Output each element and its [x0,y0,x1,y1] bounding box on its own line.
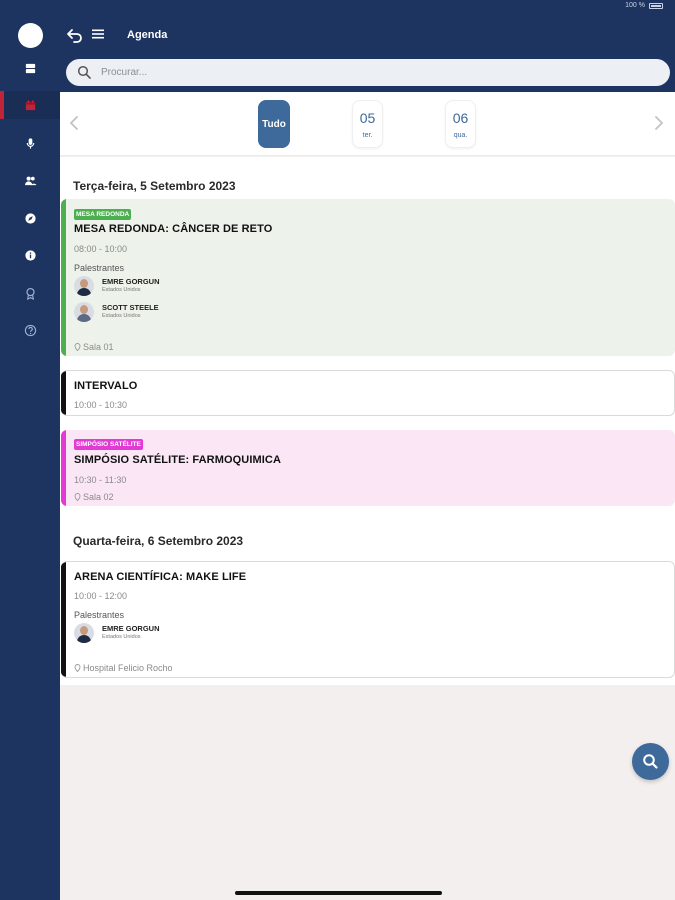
session-location: Hospital Felicio Rocho [74,663,173,673]
status-indicators: 100 % [625,2,663,9]
search-fab-button[interactable] [632,743,669,780]
calendar-icon [25,99,35,110]
session-location: Sala 02 [74,492,114,502]
speakers-label: Palestrantes [74,610,125,620]
session-title: MESA REDONDA: CÂNCER DE RETO [74,223,273,235]
search-icon [643,754,658,769]
sidebar-item-help[interactable] [0,316,60,344]
sidebar-item-explore[interactable] [0,204,60,232]
search-input[interactable] [101,63,641,82]
session-title: INTERVALO [74,380,138,392]
info-icon [24,249,36,261]
home-icon [25,63,35,73]
session-card[interactable]: INTERVALO 10:00 - 10:30 [61,370,675,416]
sidebar-item-certificates[interactable] [0,279,60,307]
day-heading: Terça-feira, 5 Setembro 2023 [73,179,236,193]
people-icon [24,176,37,185]
session-location-text: Hospital Felicio Rocho [83,663,173,673]
sidebar-item-participants[interactable] [0,166,60,194]
back-arrow-icon [67,29,82,43]
session-location: Sala 01 [74,342,114,352]
next-date-button[interactable] [651,114,667,132]
speaker-name: SCOTT STEELE [102,303,159,312]
compass-icon [24,212,36,224]
app-header: 100 % Agenda [60,0,675,92]
back-button[interactable] [66,26,84,44]
session-card[interactable]: ARENA CIENTÍFICA: MAKE LIFE 10:00 - 12:0… [61,561,675,678]
prev-date-button[interactable] [66,114,82,132]
tab-all-dates[interactable]: Tudo [258,100,290,148]
speaker-country: Estados Unidos [102,313,141,319]
session-title: SIMPÓSIO SATÉLITE: FARMOQUIMICA [74,454,282,466]
session-time: 10:00 - 12:00 [74,591,128,601]
agenda-list: Terça-feira, 5 Setembro 2023 MESA REDOND… [60,157,675,685]
sidebar-item-agenda[interactable] [0,91,60,119]
chevron-left-icon [69,116,78,130]
help-icon [24,324,36,336]
session-time: 10:30 - 11:30 [74,475,127,485]
session-time: 10:00 - 10:30 [74,400,128,410]
sidebar-item-speakers[interactable] [0,129,60,157]
location-pin-icon [74,493,81,501]
date-filter-bar: Tudo 05 ter. 06 qua. [60,92,675,156]
battery-icon [649,2,663,9]
speaker-country: Estados Unidos [102,287,141,293]
menu-button[interactable] [91,27,105,41]
session-type-badge: MESA REDONDA [74,209,132,220]
session-title: ARENA CIENTÍFICA: MAKE LIFE [74,571,247,583]
sidebar-item-home[interactable] [0,54,60,82]
session-card[interactable]: MESA REDONDA MESA REDONDA: CÂNCER DE RET… [61,199,675,356]
tab-date-number: 06 [452,109,469,126]
day-heading: Quarta-feira, 6 Setembro 2023 [73,534,244,548]
tab-date-number: 05 [359,109,376,126]
hamburger-icon [92,29,104,39]
home-indicator[interactable] [235,891,442,895]
speaker-name: EMRE GORGUN [102,624,160,633]
speakers-label: Palestrantes [74,263,125,273]
session-time: 08:00 - 10:00 [74,244,128,254]
tab-all-label: Tudo [262,118,286,130]
tab-date-05[interactable]: 05 ter. [352,100,383,148]
session-type-badge: SIMPÓSIO SATÉLITE [74,439,143,450]
sidebar [0,0,60,900]
avatar[interactable] [18,23,43,48]
microphone-icon [26,137,34,149]
speaker-avatar [74,276,94,296]
search-bar[interactable] [66,59,670,86]
session-location-text: Sala 02 [83,492,114,502]
location-pin-icon [74,343,81,351]
speaker-avatar [74,302,94,322]
tab-date-weekday: ter. [362,131,373,139]
sidebar-item-info[interactable] [0,241,60,269]
status-battery-text: 100 % [625,2,645,9]
award-icon [25,287,35,300]
tab-date-weekday: qua. [453,131,468,139]
speaker-name: EMRE GORGUN [102,277,160,286]
tab-date-06[interactable]: 06 qua. [445,100,476,148]
page-title: Agenda [127,29,168,41]
speaker-country: Estados Unidos [102,634,141,640]
speaker-avatar [74,623,94,643]
chevron-right-icon [655,116,664,130]
search-icon [77,65,91,79]
session-location-text: Sala 01 [83,342,114,352]
session-card[interactable]: SIMPÓSIO SATÉLITE SIMPÓSIO SATÉLITE: FAR… [61,430,675,506]
location-pin-icon [74,664,81,672]
